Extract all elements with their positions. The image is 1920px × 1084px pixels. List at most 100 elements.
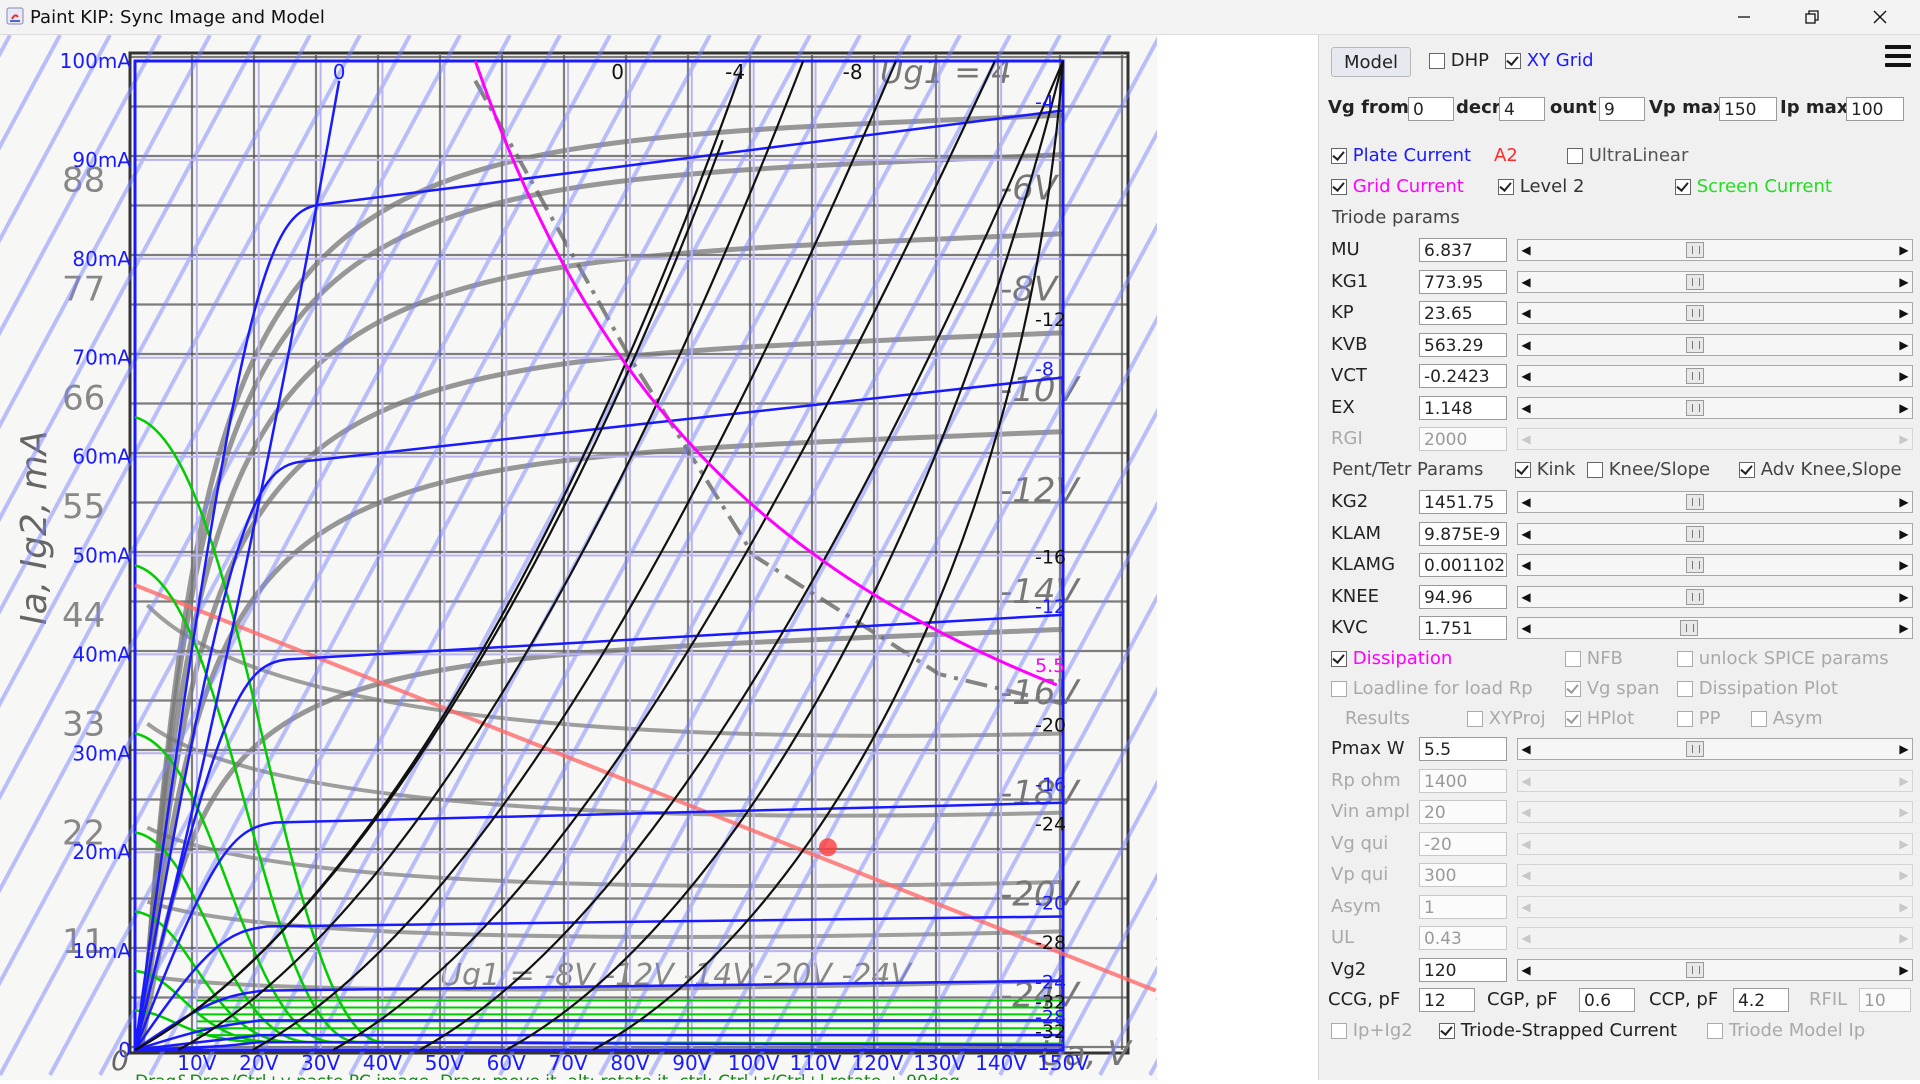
slider-thumb[interactable]	[1686, 494, 1705, 510]
xy-grid-checkbox[interactable]: XY Grid	[1505, 50, 1594, 71]
model-button[interactable]: Model	[1331, 47, 1411, 77]
rgi-input[interactable]: 2000	[1419, 427, 1507, 451]
unlock-spice-check[interactable]	[1677, 651, 1693, 667]
loadline-checkbox[interactable]: Loadline for load Rp	[1331, 678, 1533, 699]
slider-thumb[interactable]	[1686, 588, 1705, 605]
pmax-w-slider[interactable]: ◀ ▶	[1517, 738, 1913, 760]
vg2-input[interactable]: 120	[1419, 957, 1507, 982]
ex-input[interactable]: 1.148	[1419, 395, 1507, 420]
mu-input[interactable]: 6.837	[1419, 238, 1507, 262]
plot-area[interactable]: -6V-8V-10V-12V-14V-16V-18V-20V-24V887766…	[0, 34, 1862, 1084]
dhp-check[interactable]	[1429, 53, 1445, 69]
slider-right-arrow-icon[interactable]: ▶	[1897, 557, 1911, 573]
vct-input[interactable]: -0.2423	[1419, 364, 1507, 388]
klam-slider[interactable]: ◀ ▶	[1517, 522, 1913, 545]
grid-current-checkbox[interactable]: Grid Current	[1331, 176, 1464, 197]
kink-checkbox[interactable]: Kink	[1515, 459, 1575, 480]
klamg-slider[interactable]: ◀ ▶	[1517, 554, 1913, 576]
slider-left-arrow-icon[interactable]: ◀	[1519, 804, 1533, 820]
knee-slope-checkbox[interactable]: Knee/Slope	[1587, 459, 1710, 480]
slider-thumb[interactable]	[1686, 741, 1705, 757]
slider-thumb[interactable]	[1679, 620, 1698, 636]
kp-input[interactable]: 23.65	[1419, 301, 1507, 325]
slider-right-arrow-icon[interactable]: ▶	[1897, 867, 1911, 883]
pp-checkbox[interactable]: PP	[1677, 708, 1720, 729]
slider-thumb[interactable]	[1686, 305, 1705, 321]
slider-right-arrow-icon[interactable]: ▶	[1897, 620, 1911, 636]
triode-model-ip-checkbox[interactable]: Triode Model Ip	[1707, 1020, 1865, 1041]
asym-checkbox[interactable]: Asym	[1751, 708, 1823, 729]
slider-right-arrow-icon[interactable]: ▶	[1897, 526, 1911, 542]
slider-left-arrow-icon[interactable]: ◀	[1519, 899, 1533, 915]
slider-left-arrow-icon[interactable]: ◀	[1519, 400, 1533, 416]
vp-max-input[interactable]: 150	[1719, 97, 1777, 121]
dissipation-check[interactable]	[1331, 651, 1347, 667]
ultralinear-check[interactable]	[1567, 148, 1583, 164]
slider-left-arrow-icon[interactable]: ◀	[1519, 930, 1533, 946]
kvc-slider[interactable]: ◀ ▶	[1517, 617, 1913, 639]
vct-slider[interactable]: ◀ ▶	[1517, 365, 1913, 387]
dhp-checkbox[interactable]: DHP	[1429, 50, 1489, 71]
kp-slider[interactable]: ◀ ▶	[1517, 302, 1913, 324]
close-button[interactable]	[1846, 0, 1914, 34]
ccp-input[interactable]: 4.2	[1733, 988, 1789, 1012]
loadline-check[interactable]	[1331, 681, 1347, 697]
triode-strapped-checkbox[interactable]: Triode-Strapped Current	[1439, 1020, 1677, 1041]
kg2-slider[interactable]: ◀ ▶	[1517, 491, 1913, 513]
xyproj-check[interactable]	[1467, 711, 1483, 727]
vg-qui-input[interactable]: -20	[1419, 831, 1507, 856]
nfb-check[interactable]	[1565, 651, 1581, 667]
rp-ohm-input[interactable]: 1400	[1419, 768, 1507, 793]
ul-input[interactable]: 0.43	[1419, 926, 1507, 950]
cgp-input[interactable]: 0.6	[1579, 988, 1635, 1012]
nfb-checkbox[interactable]: NFB	[1565, 648, 1623, 669]
kg2-input[interactable]: 1451.75	[1419, 490, 1507, 514]
adv-knee-check[interactable]	[1739, 462, 1755, 478]
slider-thumb[interactable]	[1686, 273, 1705, 290]
screen-current-check[interactable]	[1675, 179, 1691, 195]
slider-right-arrow-icon[interactable]: ▶	[1897, 804, 1911, 820]
slider-right-arrow-icon[interactable]: ▶	[1897, 368, 1911, 384]
ip-ig2-check[interactable]	[1331, 1023, 1347, 1039]
vin-ampl-slider[interactable]: ◀ ▶	[1517, 801, 1913, 823]
slider-right-arrow-icon[interactable]: ▶	[1897, 305, 1911, 321]
dissipation-plot-check[interactable]	[1677, 681, 1693, 697]
slider-right-arrow-icon[interactable]: ▶	[1897, 836, 1911, 852]
slider-left-arrow-icon[interactable]: ◀	[1519, 337, 1533, 353]
pmax-w-input[interactable]: 5.5	[1419, 737, 1507, 761]
count-input[interactable]: 9	[1599, 97, 1645, 121]
plate-current-checkbox[interactable]: Plate Current	[1331, 145, 1471, 166]
slider-right-arrow-icon[interactable]: ▶	[1897, 274, 1911, 290]
kvb-slider[interactable]: ◀ ▶	[1517, 333, 1913, 356]
slider-left-arrow-icon[interactable]: ◀	[1519, 305, 1533, 321]
mu-slider[interactable]: ◀ ▶	[1517, 239, 1913, 261]
slider-right-arrow-icon[interactable]: ▶	[1897, 337, 1911, 353]
kvc-input[interactable]: 1.751	[1419, 616, 1507, 640]
knee-slope-check[interactable]	[1587, 462, 1603, 478]
level2-check[interactable]	[1498, 179, 1514, 195]
slider-left-arrow-icon[interactable]: ◀	[1519, 557, 1533, 573]
slider-left-arrow-icon[interactable]: ◀	[1519, 773, 1533, 789]
kg1-input[interactable]: 773.95	[1419, 269, 1507, 294]
hplot-check[interactable]	[1565, 711, 1581, 727]
slider-left-arrow-icon[interactable]: ◀	[1519, 431, 1533, 447]
vp-qui-input[interactable]: 300	[1419, 863, 1507, 887]
slider-right-arrow-icon[interactable]: ▶	[1897, 431, 1911, 447]
kink-check[interactable]	[1515, 462, 1531, 478]
pp-check[interactable]	[1677, 711, 1693, 727]
slider-left-arrow-icon[interactable]: ◀	[1519, 526, 1533, 542]
hamburger-menu-icon[interactable]	[1885, 45, 1911, 71]
ultralinear-checkbox[interactable]: UltraLinear	[1567, 145, 1688, 166]
level2-checkbox[interactable]: Level 2	[1498, 176, 1584, 197]
adv-knee-checkbox[interactable]: Adv Knee,Slope	[1739, 459, 1902, 480]
rfil-input[interactable]: 10	[1859, 988, 1911, 1012]
ip-ig2-checkbox[interactable]: Ip+Ig2	[1331, 1020, 1413, 1041]
slider-left-arrow-icon[interactable]: ◀	[1519, 836, 1533, 852]
asym-input[interactable]: 1	[1419, 894, 1507, 919]
slider-left-arrow-icon[interactable]: ◀	[1519, 242, 1533, 258]
grid-current-check[interactable]	[1331, 179, 1347, 195]
ccg-input[interactable]: 12	[1419, 988, 1475, 1012]
rgi-slider[interactable]: ◀ ▶	[1517, 428, 1913, 450]
knee-slider[interactable]: ◀ ▶	[1517, 585, 1913, 608]
ul-slider[interactable]: ◀ ▶	[1517, 927, 1913, 949]
